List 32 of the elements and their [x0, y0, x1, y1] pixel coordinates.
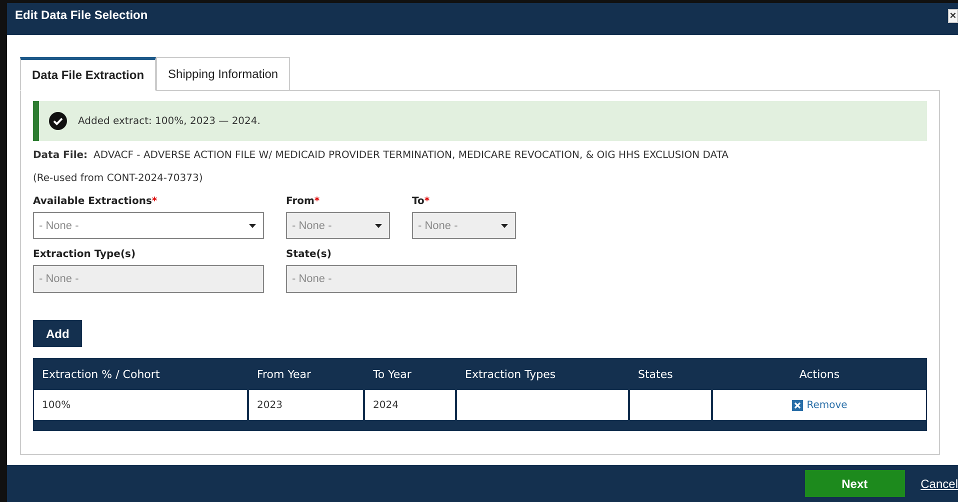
field-label: From*	[286, 196, 321, 207]
field-label: To*	[412, 196, 431, 207]
window-title: Edit Data File Selection	[15, 8, 148, 22]
check-circle-icon	[49, 112, 67, 130]
column-header: States	[637, 366, 674, 382]
column-header: To Year	[372, 366, 412, 382]
table-cell: 2024	[364, 390, 456, 420]
tab[interactable]: Data File Extraction	[20, 57, 156, 91]
caret-icon	[501, 224, 508, 228]
table-cell: 100%	[33, 390, 248, 420]
next-button[interactable]: Next	[804, 470, 905, 497]
column-header: Extraction Types	[464, 366, 557, 382]
field-label: State(s)	[286, 249, 332, 260]
field-label: Extraction Type(s)	[33, 249, 137, 260]
cancel-link[interactable]: Cancel	[920, 476, 958, 490]
data-file-value: ADVACF - ADVERSE ACTION FILE W/ MEDICAID PROVIDER TERMINATION, MEDICARE REVOCATION, & OIG HHS EXCLUSION DATA	[94, 150, 729, 161]
caret-icon	[249, 224, 256, 228]
reused-note: (Re-used from CONT-2024-70373)	[33, 173, 204, 184]
field-label: Available Extractions*	[33, 196, 158, 207]
column-header: From Year	[256, 366, 312, 382]
add-button[interactable]: Add	[33, 320, 82, 347]
close-button[interactable]: ×	[948, 9, 958, 23]
close-square-icon	[792, 400, 803, 410]
alert-message: Added extract: 100%, 2023 — 2024.	[78, 116, 260, 126]
column-header: Extraction % / Cohort	[41, 366, 161, 382]
column-header: Actions	[798, 366, 841, 382]
caret-icon	[375, 224, 382, 228]
remove-link[interactable]: Remove	[792, 400, 848, 410]
dropdown[interactable]: - None -	[33, 212, 264, 239]
table-cell: 2023	[248, 390, 364, 420]
data-file-label: Data File:	[33, 150, 88, 161]
tab[interactable]: Shipping Information	[156, 57, 290, 91]
